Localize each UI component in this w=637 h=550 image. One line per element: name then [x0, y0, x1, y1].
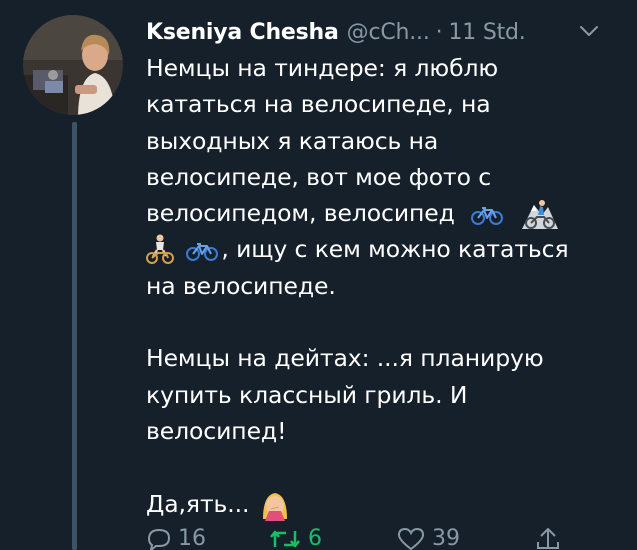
reply-icon [147, 528, 171, 550]
chevron-down-icon[interactable] [578, 21, 600, 41]
avatar[interactable] [23, 15, 123, 115]
reply-button[interactable]: 16 [146, 526, 206, 550]
timestamp[interactable]: 11 Std. [448, 20, 525, 45]
tweet-header: Kseniya Chesha @cCh... · 11 Std. [146, 14, 526, 50]
tweet-text: Немцы на тиндере: я люблю кататься на ве… [146, 50, 616, 522]
bicycle-emoji-icon [471, 207, 504, 226]
tweet-text-line-with-emoji: велосипедом, велосипед [146, 195, 616, 231]
user-handle[interactable]: @cCh... [347, 20, 430, 45]
mountain-biker-emoji-icon [521, 200, 558, 230]
bicycle-emoji-icon [186, 243, 219, 262]
cyclist-emoji-icon [146, 234, 174, 265]
share-icon [537, 528, 559, 549]
thread-line [72, 122, 77, 550]
share-button[interactable] [534, 526, 562, 550]
retweet-count: 6 [308, 526, 322, 550]
tweet-text-line-with-emoji: Да,ять... [146, 486, 616, 522]
tweet-text-line: Немцы на тиндере: я люблю [146, 54, 499, 82]
retweet-button[interactable]: 6 [268, 526, 322, 550]
separator-dot: · [435, 19, 443, 45]
face-palm-emoji-icon [262, 492, 287, 521]
tweet-text-segment: велосипедом, велосипед [146, 199, 455, 228]
tweet-text-line-with-emoji: , ищу с кем можно кататься [146, 231, 616, 267]
tweet-text-line: велосипед! [146, 416, 287, 445]
like-count: 39 [432, 526, 460, 550]
tweet-text-line: Немцы на дейтах: ...я планирую [146, 344, 544, 373]
tweet-text-segment: , ищу с кем можно кататься [221, 235, 569, 264]
display-name[interactable]: Kseniya Chesha [146, 20, 339, 45]
tweet-text-line: выходных я катаюсь на [146, 126, 439, 155]
tweet-text-segment: Да,ять... [146, 489, 250, 518]
tweet-text-line: кататься на велосипеде, на [146, 90, 491, 119]
heart-icon [397, 527, 425, 550]
like-button[interactable]: 39 [396, 526, 460, 550]
tweet-text-line: купить классный гриль. И [146, 380, 468, 409]
tweet-text-line: велосипеде, вот мое фото с [146, 162, 492, 191]
tweet-action-bar: 16 6 39 [0, 526, 637, 550]
tweet-card: Kseniya Chesha @cCh... · 11 Std. Немцы н… [0, 0, 637, 550]
retweet-icon [270, 530, 300, 547]
reply-count: 16 [178, 526, 206, 550]
tweet-text-line: на велосипеде. [146, 271, 336, 300]
